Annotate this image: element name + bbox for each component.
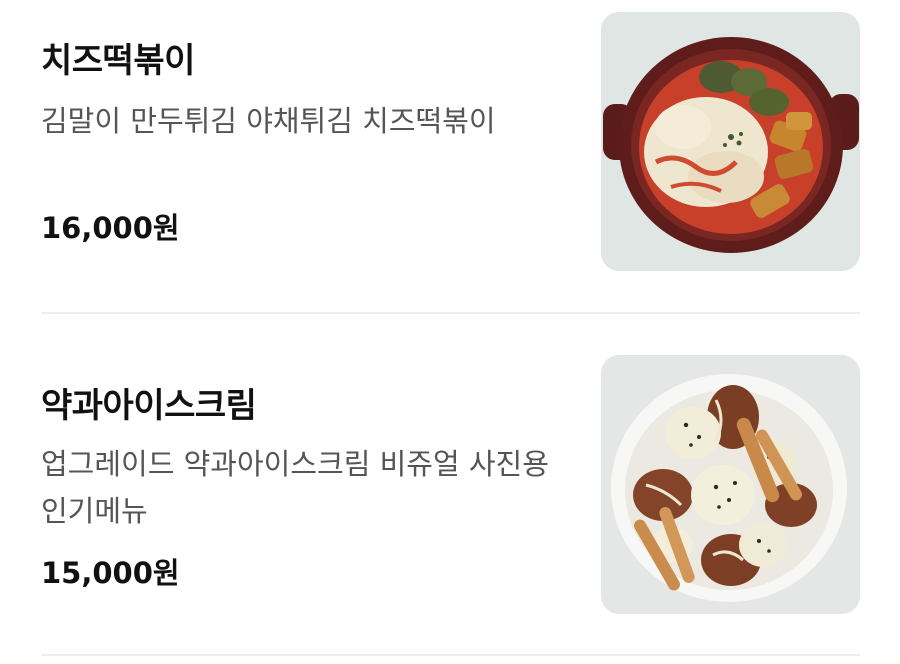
menu-item-price: 16,000원: [41, 211, 180, 245]
tteokbokki-photo: [601, 12, 860, 271]
menu-item-description: 김말이 만두튀김 야채튀김 치즈떡볶이: [41, 104, 496, 138]
menu-item-cheese-tteokbokki[interactable]: 치즈떡볶이 김말이 만두튀김 야채튀김 치즈떡볶이 16,000원: [0, 0, 900, 300]
menu-item-name: 치즈떡볶이: [41, 41, 195, 81]
divider: [41, 654, 860, 656]
menu-item-photo[interactable]: [601, 12, 860, 271]
menu-item-photo[interactable]: [601, 355, 860, 614]
menu-item-yakgwa-icecream[interactable]: 약과아이스크림 업그레이드 약과아이스크림 비쥬얼 사진용 인기메뉴 15,00…: [0, 343, 900, 643]
menu-item-name: 약과아이스크림: [41, 386, 257, 426]
menu-item-description: 업그레이드 약과아이스크림 비쥬얼 사진용 인기메뉴: [41, 447, 549, 528]
menu-item-price: 15,000원: [41, 556, 180, 590]
icecream-photo: [601, 355, 860, 614]
divider: [41, 312, 860, 314]
